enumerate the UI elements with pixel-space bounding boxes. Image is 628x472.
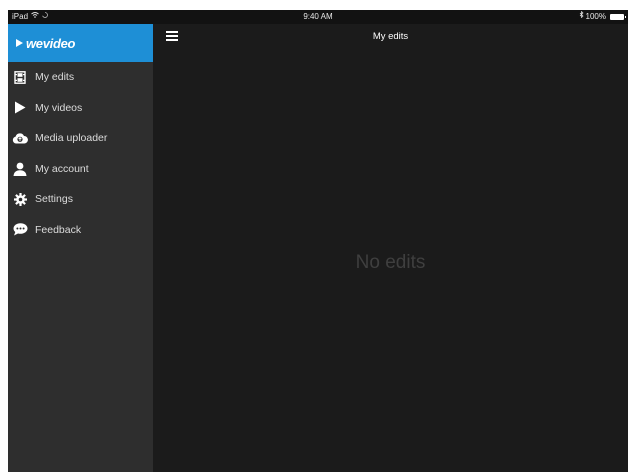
- cloud-upload-icon: [12, 130, 28, 146]
- film-icon: [12, 69, 28, 85]
- nav-bar: My edits: [153, 24, 628, 50]
- battery-percent: 100%: [585, 12, 606, 21]
- chat-bubble-icon: [12, 222, 28, 238]
- sidebar-item-my-edits[interactable]: My edits: [8, 62, 153, 93]
- sidebar-item-label: My edits: [35, 71, 75, 84]
- brand-logo: wevideo: [26, 35, 76, 51]
- bluetooth-icon: [579, 10, 584, 24]
- sidebar-item-label: Settings: [35, 193, 73, 206]
- sidebar: wevideo My edits My videos Media uploade…: [8, 24, 153, 472]
- sidebar-item-feedback[interactable]: Feedback: [8, 215, 153, 246]
- sidebar-item-settings[interactable]: Settings: [8, 184, 153, 215]
- sidebar-item-my-account[interactable]: My account: [8, 154, 153, 185]
- main-content: My edits No edits: [153, 24, 628, 472]
- gear-icon: [12, 191, 28, 207]
- page-title: My edits: [372, 31, 409, 42]
- sidebar-item-label: Feedback: [35, 223, 82, 236]
- sidebar-item-label: My videos: [35, 101, 83, 114]
- status-right: 100%: [579, 10, 626, 24]
- sidebar-menu: My edits My videos Media uploader My acc…: [8, 62, 153, 245]
- sidebar-item-my-videos[interactable]: My videos: [8, 93, 153, 124]
- logo-play-icon: [16, 39, 23, 47]
- user-icon: [12, 161, 28, 177]
- app-screen: iPad 9:40 AM 100% wevideo My edits My vi…: [8, 10, 628, 472]
- status-time: 9:40 AM: [303, 12, 333, 21]
- brand-bar: wevideo: [8, 24, 153, 62]
- battery-icon: [610, 14, 626, 20]
- empty-state-message: No edits: [355, 252, 426, 273]
- sidebar-item-media-uploader[interactable]: Media uploader: [8, 123, 153, 154]
- sidebar-item-label: Media uploader: [35, 132, 108, 145]
- status-bar: iPad 9:40 AM 100%: [8, 10, 628, 24]
- sidebar-item-label: My account: [35, 162, 89, 175]
- play-icon: [12, 100, 28, 116]
